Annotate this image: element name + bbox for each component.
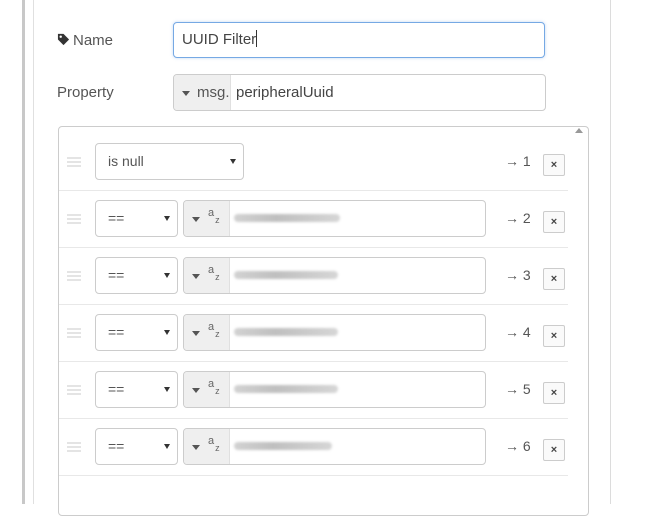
text-caret <box>256 30 258 47</box>
operator-value: == <box>108 267 125 283</box>
operator-value: == <box>108 438 125 454</box>
caret-down-icon <box>192 217 200 222</box>
operator-value: is null <box>108 153 144 169</box>
rule-row: == az → 3 × <box>59 247 568 305</box>
operator-value: == <box>108 381 125 397</box>
rule-value-field[interactable]: az <box>183 200 486 237</box>
operator-value: == <box>108 324 125 340</box>
drag-handle-icon[interactable] <box>67 214 81 224</box>
drag-handle-icon[interactable] <box>67 157 81 167</box>
rule-row: is null → 1 × <box>59 133 568 191</box>
name-label: Name <box>57 32 113 49</box>
dropdown-arrow-icon <box>164 273 170 278</box>
string-type-icon: az <box>208 264 220 283</box>
delete-rule-button[interactable]: × <box>543 211 565 233</box>
string-type-icon: az <box>208 207 220 226</box>
output-port-label: → 1 <box>505 153 531 169</box>
value-type-select[interactable]: az <box>184 429 230 464</box>
property-field[interactable]: msg. peripheralUuid <box>173 74 546 111</box>
caret-down-icon <box>192 445 200 450</box>
drag-handle-icon[interactable] <box>67 271 81 281</box>
redacted-value <box>234 442 332 450</box>
dropdown-arrow-icon <box>230 159 236 164</box>
dropdown-arrow-icon <box>164 330 170 335</box>
redacted-value <box>234 328 338 336</box>
redacted-value <box>234 385 338 393</box>
dropdown-arrow-icon <box>164 216 170 221</box>
drag-handle-icon[interactable] <box>67 385 81 395</box>
drag-handle-icon[interactable] <box>67 328 81 338</box>
property-type-select[interactable]: msg. <box>174 75 231 110</box>
panel-border-left <box>22 0 25 504</box>
delete-rule-button[interactable]: × <box>543 382 565 404</box>
caret-down-icon <box>182 91 190 96</box>
operator-select[interactable]: == <box>95 257 178 294</box>
name-input[interactable]: UUID Filter <box>173 22 545 58</box>
redacted-value <box>234 214 340 222</box>
editor-left-margin <box>0 0 22 504</box>
operator-select[interactable]: == <box>95 371 178 408</box>
operator-select[interactable]: == <box>95 314 178 351</box>
operator-select[interactable]: == <box>95 428 178 465</box>
drag-handle-icon[interactable] <box>67 442 81 452</box>
output-port-label: → 6 <box>505 438 531 454</box>
scroll-up-arrow-icon[interactable] <box>575 128 583 133</box>
redacted-value <box>234 271 338 279</box>
panel-inner-border <box>33 0 34 504</box>
panel-border-right <box>610 0 611 504</box>
name-label-text: Name <box>73 32 114 49</box>
dropdown-arrow-icon <box>164 387 170 392</box>
rule-value-field[interactable]: az <box>183 371 486 408</box>
caret-down-icon <box>192 388 200 393</box>
tag-icon <box>57 33 70 46</box>
property-label: Property <box>57 84 114 101</box>
string-type-icon: az <box>208 321 220 340</box>
rule-row: == az → 4 × <box>59 304 568 362</box>
string-type-icon: az <box>208 435 220 454</box>
rule-row: == az → 6 × <box>59 418 568 476</box>
output-port-label: → 3 <box>505 267 531 283</box>
rule-value-field[interactable]: az <box>183 257 486 294</box>
rules-list[interactable]: is null → 1 × == az → 2 × == az → 3 × == <box>58 126 589 516</box>
caret-down-icon <box>192 331 200 336</box>
property-prefix: msg. <box>197 84 230 101</box>
value-type-select[interactable]: az <box>184 315 230 350</box>
output-port-label: → 4 <box>505 324 531 340</box>
value-type-select[interactable]: az <box>184 372 230 407</box>
operator-select[interactable]: == <box>95 200 178 237</box>
delete-rule-button[interactable]: × <box>543 439 565 461</box>
delete-rule-button[interactable]: × <box>543 154 565 176</box>
delete-rule-button[interactable]: × <box>543 325 565 347</box>
operator-value: == <box>108 210 125 226</box>
delete-rule-button[interactable]: × <box>543 268 565 290</box>
value-type-select[interactable]: az <box>184 258 230 293</box>
dropdown-arrow-icon <box>164 444 170 449</box>
value-type-select[interactable]: az <box>184 201 230 236</box>
output-port-label: → 2 <box>505 210 531 226</box>
rule-value-field[interactable]: az <box>183 314 486 351</box>
string-type-icon: az <box>208 378 220 397</box>
output-port-label: → 5 <box>505 381 531 397</box>
caret-down-icon <box>192 274 200 279</box>
rule-value-field[interactable]: az <box>183 428 486 465</box>
rule-row: == az → 5 × <box>59 361 568 419</box>
property-value[interactable]: peripheralUuid <box>236 75 334 110</box>
name-input-value: UUID Filter <box>182 31 257 48</box>
operator-select[interactable]: is null <box>95 143 244 180</box>
rule-row: == az → 2 × <box>59 190 568 248</box>
